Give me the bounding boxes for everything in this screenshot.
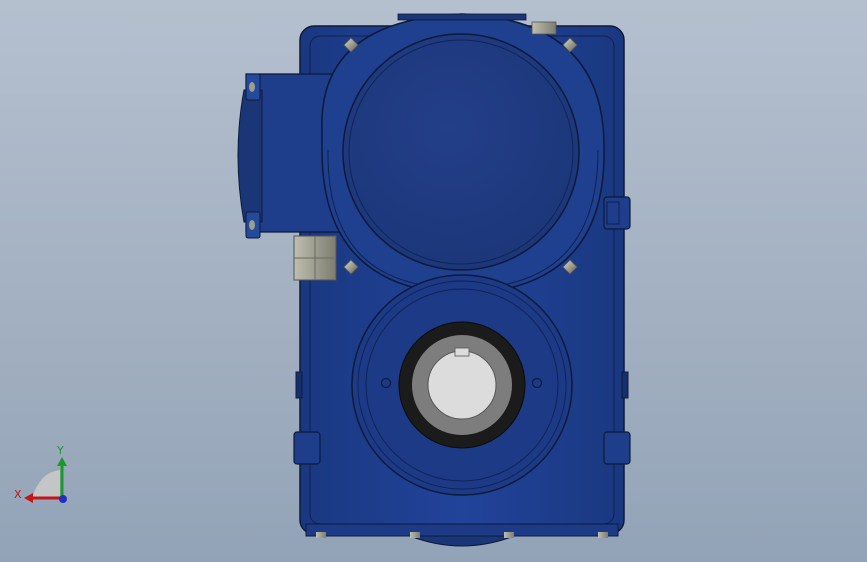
z-axis-dot — [59, 495, 67, 503]
orientation-triad[interactable]: Y X — [10, 440, 80, 510]
x-axis-label: X — [14, 488, 22, 501]
triad-plane-shading — [32, 470, 60, 498]
y-axis-arrowhead — [57, 457, 67, 466]
gearbox-model[interactable] — [0, 0, 867, 562]
y-axis-label: Y — [56, 444, 64, 457]
x-axis-arrowhead — [24, 493, 33, 503]
motor-cover — [321, 13, 605, 295]
graphics-viewport[interactable]: Y X — [0, 0, 867, 562]
output-bore — [398, 321, 526, 449]
